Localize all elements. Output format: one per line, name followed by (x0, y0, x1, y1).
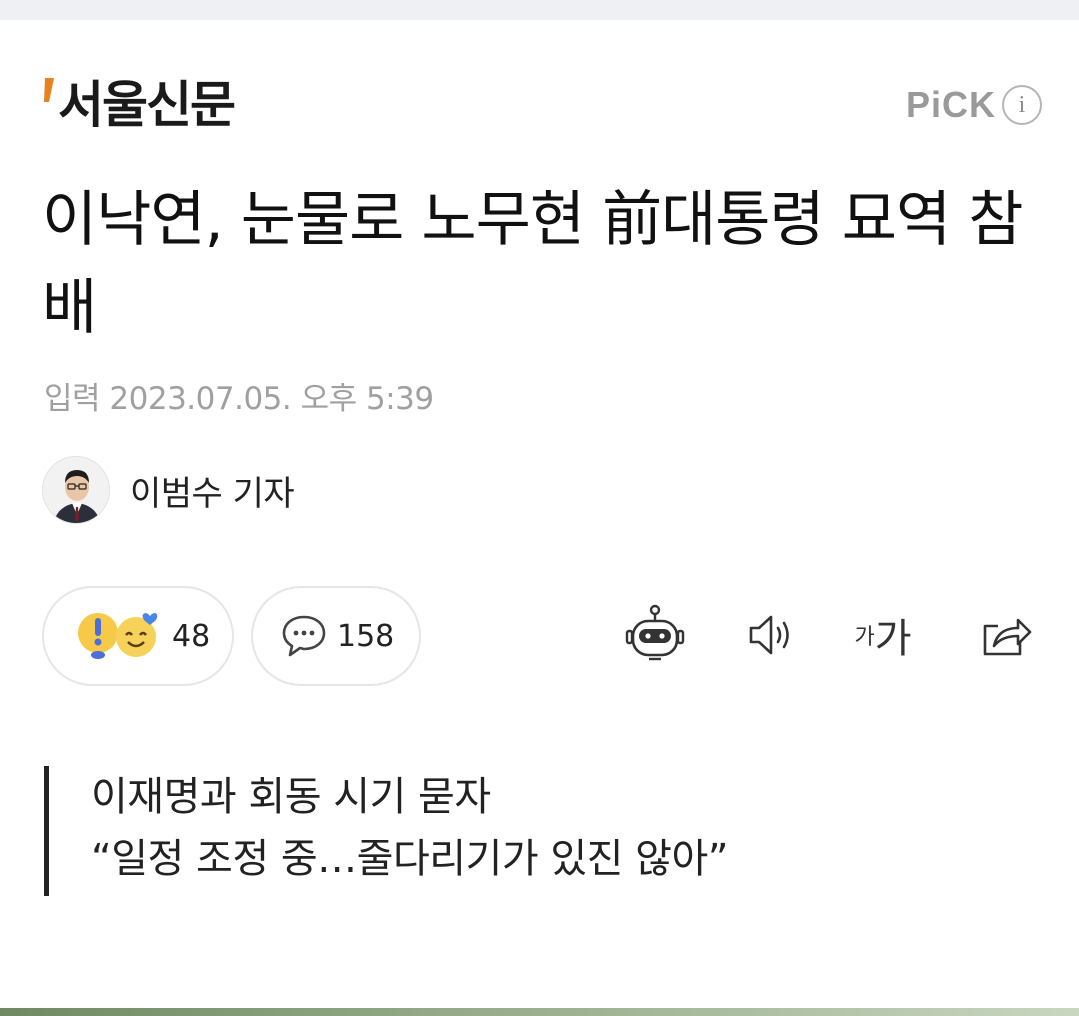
bottom-image-edge (0, 1008, 1079, 1016)
font-size-small-label: 가 (854, 625, 875, 650)
font-size-large-label: 가 (874, 616, 912, 662)
publisher-name: 서울신문 (58, 75, 236, 134)
comments-button[interactable]: 158 (251, 586, 421, 686)
reactions-button[interactable]: 48 (42, 586, 234, 686)
reactions-count: 48 (172, 618, 211, 654)
author-info[interactable]: 이범수 기자 (42, 456, 295, 524)
pick-label: PiCK (905, 84, 996, 125)
share-icon[interactable] (970, 600, 1040, 670)
comments-count: 158 (337, 618, 395, 654)
reaction-emoji-icons (78, 613, 158, 659)
robot-summary-icon[interactable] (620, 600, 690, 670)
author-name[interactable]: 이범수 기자 (130, 466, 295, 515)
logo-accent-mark (44, 78, 54, 102)
publisher-logo[interactable]: 서울신문 (42, 70, 236, 140)
summary-line: “일정 조정 중…줄다리기가 있진 않아” (91, 836, 729, 882)
speaker-icon[interactable] (736, 600, 806, 670)
pick-badge: PiCK i (906, 84, 1042, 126)
article-headline: 이낙연, 눈물로 노무현 前대통령 묘역 참배 (42, 185, 1023, 343)
article-toolbar: 가 가 (620, 600, 1040, 670)
info-icon[interactable]: i (1002, 85, 1042, 125)
article-dateline: 입력 2023.07.05. 오후 5:39 (44, 381, 434, 417)
article-summary: 이재명과 회동 시기 묻자 “일정 조정 중…줄다리기가 있진 않아” (44, 766, 1034, 896)
top-status-strip (0, 0, 1079, 20)
font-size-button[interactable]: 가 가 (848, 600, 918, 670)
speech-bubble-icon (282, 615, 326, 657)
reporter-avatar-icon[interactable] (42, 456, 110, 524)
summary-line: 이재명과 회동 시기 묻자 (91, 774, 491, 820)
article-header: 서울신문 PiCK i (42, 66, 1042, 146)
